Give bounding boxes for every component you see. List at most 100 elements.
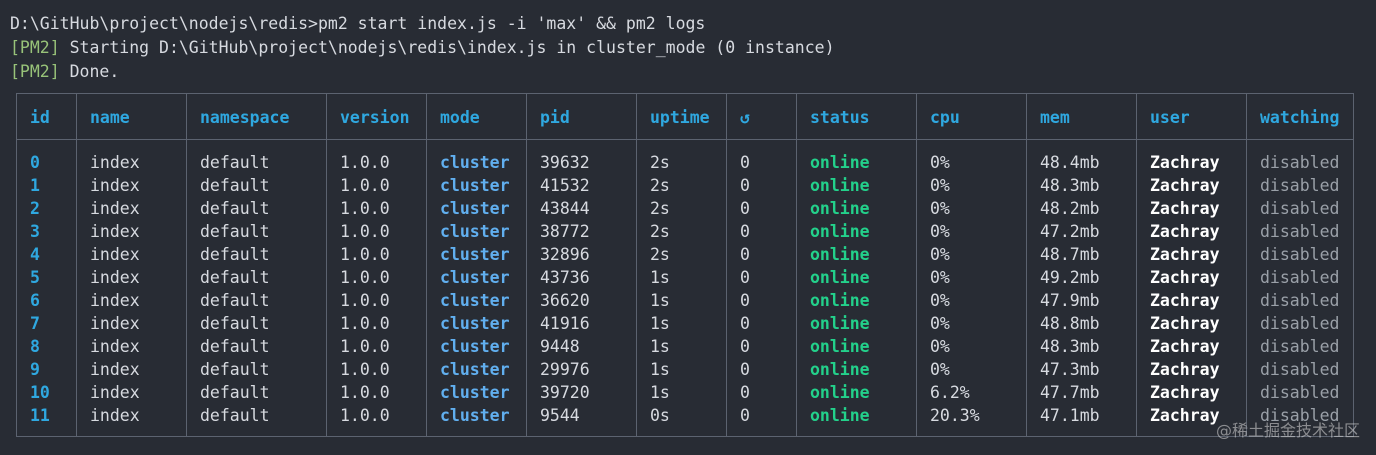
cell-restarts: 0 bbox=[740, 245, 750, 264]
cell-mode: cluster bbox=[440, 199, 510, 218]
cell-restarts: 0 bbox=[740, 383, 750, 402]
header-mode: mode bbox=[440, 108, 480, 127]
cell-uptime: 1s bbox=[650, 337, 670, 356]
header-cpu: cpu bbox=[930, 108, 960, 127]
cell-mem: 48.2mb bbox=[1040, 199, 1100, 218]
cell-pid: 38772 bbox=[540, 222, 590, 241]
cell-uptime: 2s bbox=[650, 245, 670, 264]
cell-name: index bbox=[90, 153, 140, 172]
cell-watching: disabled bbox=[1260, 337, 1340, 356]
pm2-tag: [PM2] bbox=[10, 38, 60, 57]
cell-status: online bbox=[810, 222, 870, 241]
cell-cpu: 6.2% bbox=[930, 383, 970, 402]
cell-mode: cluster bbox=[440, 337, 510, 356]
cell-uptime: 2s bbox=[650, 153, 670, 172]
command-line: D:\GitHub\project\nodejs\redis>pm2 start… bbox=[10, 14, 706, 33]
header-id: id bbox=[30, 108, 50, 127]
header-separator bbox=[17, 139, 1353, 140]
cell-version: 1.0.0 bbox=[340, 291, 390, 310]
cell-restarts: 0 bbox=[740, 360, 750, 379]
cell-pid: 32896 bbox=[540, 245, 590, 264]
cell-restarts: 0 bbox=[740, 406, 750, 425]
cell-restarts: 0 bbox=[740, 291, 750, 310]
cell-mem: 48.3mb bbox=[1040, 176, 1100, 195]
cell-namespace: default bbox=[200, 383, 270, 402]
cell-mode: cluster bbox=[440, 360, 510, 379]
cell-id: 7 bbox=[30, 314, 40, 333]
cell-user: Zachray bbox=[1150, 360, 1220, 379]
cell-pid: 39632 bbox=[540, 153, 590, 172]
cell-status: online bbox=[810, 406, 870, 425]
cell-id: 4 bbox=[30, 245, 40, 264]
cell-version: 1.0.0 bbox=[340, 245, 390, 264]
cell-version: 1.0.0 bbox=[340, 153, 390, 172]
cell-uptime: 1s bbox=[650, 383, 670, 402]
cell-version: 1.0.0 bbox=[340, 222, 390, 241]
cell-pid: 43844 bbox=[540, 199, 590, 218]
cell-id: 3 bbox=[30, 222, 40, 241]
cell-id: 8 bbox=[30, 337, 40, 356]
cell-version: 1.0.0 bbox=[340, 268, 390, 287]
cell-user: Zachray bbox=[1150, 314, 1220, 333]
cell-mode: cluster bbox=[440, 406, 510, 425]
cell-user: Zachray bbox=[1150, 222, 1220, 241]
cell-restarts: 0 bbox=[740, 268, 750, 287]
cell-pid: 9544 bbox=[540, 406, 580, 425]
cell-status: online bbox=[810, 268, 870, 287]
column-separator bbox=[326, 94, 327, 436]
cell-restarts: 0 bbox=[740, 153, 750, 172]
cell-pid: 39720 bbox=[540, 383, 590, 402]
header-restarts: ↺ bbox=[740, 108, 750, 127]
cell-status: online bbox=[810, 199, 870, 218]
column-separator bbox=[916, 94, 917, 436]
cell-mem: 48.4mb bbox=[1040, 153, 1100, 172]
cell-uptime: 2s bbox=[650, 199, 670, 218]
cell-namespace: default bbox=[200, 245, 270, 264]
cell-name: index bbox=[90, 337, 140, 356]
cell-cpu: 0% bbox=[930, 222, 950, 241]
cell-status: online bbox=[810, 176, 870, 195]
watermark: @稀土掘金技术社区 bbox=[1215, 421, 1360, 440]
cell-cpu: 0% bbox=[930, 314, 950, 333]
cell-watching: disabled bbox=[1260, 383, 1340, 402]
cell-mem: 47.3mb bbox=[1040, 360, 1100, 379]
cell-version: 1.0.0 bbox=[340, 199, 390, 218]
cell-namespace: default bbox=[200, 153, 270, 172]
cell-user: Zachray bbox=[1150, 268, 1220, 287]
cell-namespace: default bbox=[200, 314, 270, 333]
cell-name: index bbox=[90, 383, 140, 402]
cell-uptime: 1s bbox=[650, 360, 670, 379]
column-separator bbox=[1246, 94, 1247, 436]
cell-version: 1.0.0 bbox=[340, 176, 390, 195]
cell-pid: 43736 bbox=[540, 268, 590, 287]
cell-user: Zachray bbox=[1150, 153, 1220, 172]
cell-namespace: default bbox=[200, 176, 270, 195]
header-namespace: namespace bbox=[200, 108, 290, 127]
cell-cpu: 0% bbox=[930, 176, 950, 195]
header-watching: watching bbox=[1260, 108, 1340, 127]
cell-restarts: 0 bbox=[740, 199, 750, 218]
cell-name: index bbox=[90, 199, 140, 218]
cell-mode: cluster bbox=[440, 268, 510, 287]
cell-restarts: 0 bbox=[740, 222, 750, 241]
column-separator bbox=[186, 94, 187, 436]
cell-cpu: 0% bbox=[930, 153, 950, 172]
cell-name: index bbox=[90, 291, 140, 310]
cell-name: index bbox=[90, 314, 140, 333]
header-pid: pid bbox=[540, 108, 570, 127]
cell-status: online bbox=[810, 291, 870, 310]
cell-mode: cluster bbox=[440, 153, 510, 172]
cell-cpu: 0% bbox=[930, 245, 950, 264]
cell-version: 1.0.0 bbox=[340, 383, 390, 402]
cell-user: Zachray bbox=[1150, 383, 1220, 402]
cell-uptime: 0s bbox=[650, 406, 670, 425]
cell-status: online bbox=[810, 337, 870, 356]
cell-cpu: 0% bbox=[930, 337, 950, 356]
cell-watching: disabled bbox=[1260, 268, 1340, 287]
cell-cpu: 0% bbox=[930, 291, 950, 310]
cell-user: Zachray bbox=[1150, 245, 1220, 264]
cell-user: Zachray bbox=[1150, 337, 1220, 356]
cell-uptime: 1s bbox=[650, 291, 670, 310]
cell-id: 1 bbox=[30, 176, 40, 195]
cell-cpu: 20.3% bbox=[930, 406, 980, 425]
